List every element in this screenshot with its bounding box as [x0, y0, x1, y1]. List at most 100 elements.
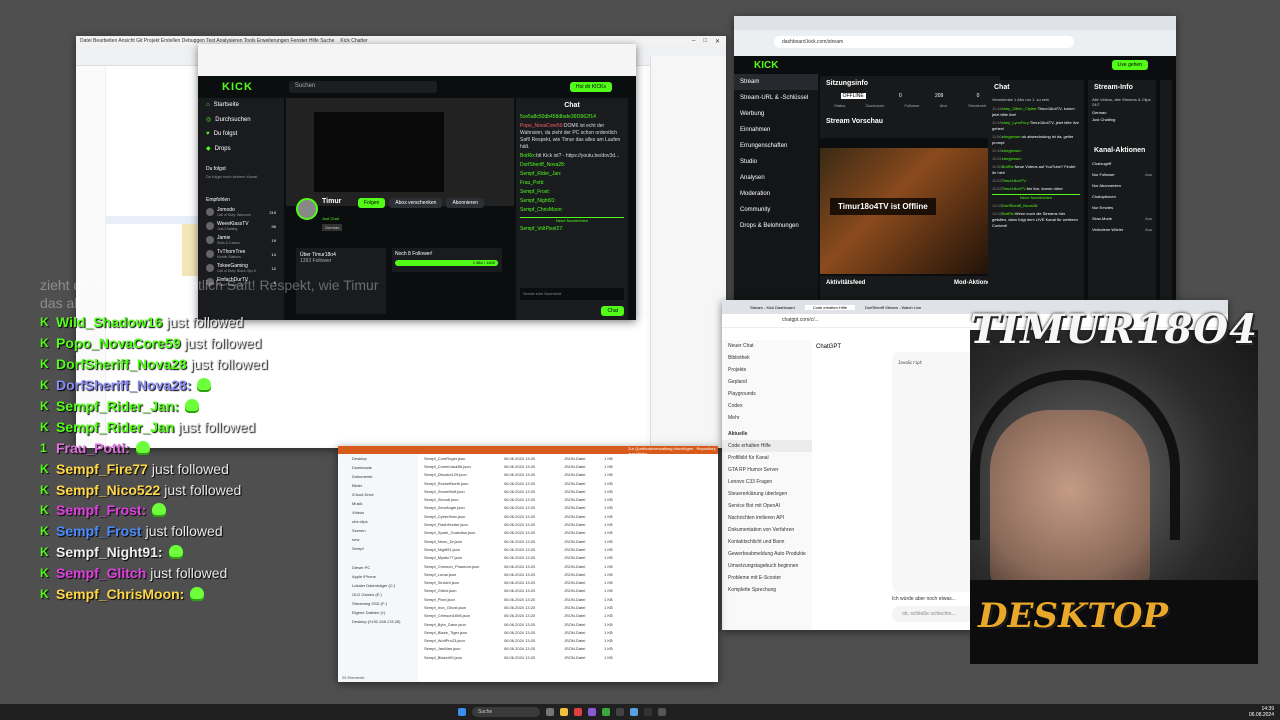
file-row[interactable]: Sempf_Iron_Ghost.json 06.06.2024 13:20 JSO… [424, 603, 718, 611]
chat-user[interactable]: Sempf_VoltPixel27: [520, 226, 563, 232]
conversation-item[interactable]: Komplette Sprechung [722, 584, 812, 596]
taskbar-search[interactable]: Suche [472, 707, 540, 717]
file-row[interactable]: Sempf_Blazer59.json 06.06.2024 13:20 JSON-… [424, 653, 718, 661]
gpt-nav-item[interactable]: Gepland [722, 376, 812, 388]
dash-nav-item[interactable]: Analysen [734, 170, 818, 186]
dash-nav-item[interactable]: Werbung [734, 106, 818, 122]
minimize-icon[interactable]: – [692, 38, 695, 45]
chat-user[interactable]: Frau_Potti: [520, 180, 544, 186]
visual-studio-icon[interactable] [588, 708, 596, 716]
conversation-item[interactable]: Kontaktschlicht und Bann [722, 536, 812, 548]
recommended-channel[interactable]: Jomodo Call of Duty: Warzone 219 [198, 205, 284, 219]
conversation-item[interactable]: Service Bot mit OpenAI [722, 500, 812, 512]
conversation-item[interactable]: Steuererklärung überlegen [722, 488, 812, 500]
chat-send-button[interactable]: Chat [601, 306, 624, 316]
chat-user[interactable]: Timur18o4TV: [1002, 186, 1027, 191]
store-icon[interactable] [630, 708, 638, 716]
avatar[interactable] [296, 198, 318, 220]
explorer-nav-item[interactable]: Eigene Dateien (I:) [338, 608, 418, 617]
conversation-item[interactable]: Nachrichten imitieren API [722, 512, 812, 524]
start-icon[interactable] [458, 708, 466, 716]
file-row[interactable]: Sempf_Bytn_Dave.json 06.06.2024 13:20 JSON… [424, 620, 718, 628]
gift-subs-button[interactable]: Abos verschenken [389, 198, 443, 208]
dash-nav-item[interactable]: Stream-URL & -Schlüssel [734, 90, 818, 106]
gpt-nav-item[interactable]: Codex [722, 400, 812, 412]
chrome-icon[interactable] [602, 708, 610, 716]
model-selector[interactable]: ChatGPT [816, 344, 841, 350]
address-bar[interactable]: dashboard.kick.com/stream [774, 36, 1074, 48]
video-player[interactable] [286, 98, 514, 206]
stream-preview[interactable]: Timur18o4TV ist Offline [820, 148, 1000, 274]
file-row[interactable]: Sempf_JanMan.json 06.06.2024 13:20 JSON-Da… [424, 645, 718, 653]
terminal-icon[interactable] [644, 708, 652, 716]
channel-action-row[interactable]: Nur Abonnenten [1088, 180, 1156, 191]
conversation-item[interactable]: Profilbild für Kanal [722, 452, 812, 464]
conversation-item[interactable]: Probleme mit E-Scooter [722, 572, 812, 584]
conversation-item[interactable]: Gewerbeabmeldung Auto Produkte [722, 548, 812, 560]
settings-icon[interactable] [658, 708, 666, 716]
browser-icon[interactable] [574, 708, 582, 716]
task-view-icon[interactable] [546, 708, 554, 716]
file-row[interactable]: Sempf_WolfPro23.json 06.06.2024 13:20 JSON… [424, 637, 718, 645]
channel-action-row[interactable]: Slow-Mode Aus [1088, 213, 1156, 224]
chat-user[interactable]: BotRix: [520, 153, 536, 159]
channel-action-row[interactable]: Nur Follower Aus [1088, 169, 1156, 180]
dash-nav-item[interactable]: Community [734, 202, 818, 218]
chat-user[interactable]: shnyjesser: [1002, 148, 1022, 153]
nav-drops[interactable]: ◆ Drops [198, 141, 284, 156]
kick-dashboard-window[interactable]: dashboard.kick.com/stream KICK Live gehe… [734, 16, 1176, 306]
dash-nav-item[interactable]: Moderation [734, 186, 818, 202]
conversation-item[interactable]: GTA RP Humor Server [722, 464, 812, 476]
go-live-button[interactable]: Live gehen [1111, 60, 1148, 70]
nav-following[interactable]: ♥ Du folgst [198, 127, 284, 141]
channel-action-row[interactable]: Chatzugriff [1088, 158, 1156, 169]
chat-user[interactable]: BotRix: [1002, 164, 1015, 169]
browser-tab[interactable]: Code erhalten Hilfe [804, 304, 855, 310]
clock[interactable]: 14:39 06.08.2024 [1249, 706, 1274, 718]
chat-user[interactable]: Popo_NovaCore59: [520, 123, 564, 129]
chat-user[interactable]: shey_LynxFury: [1002, 120, 1030, 125]
close-icon[interactable]: ✕ [715, 38, 720, 45]
chat-user[interactable]: shey_Glitch_Cipher: [1002, 106, 1038, 111]
get-kicks-button[interactable]: Hol dir KICKs [569, 82, 612, 92]
dashboard-toolbar[interactable] [1160, 80, 1172, 306]
chat-user[interactable]: Sempf_Night91: [520, 198, 556, 204]
channel-action-row[interactable]: Verbotene Wörter Aus [1088, 224, 1156, 235]
conversation-item[interactable]: Umsetzungstagebuch beginnen [722, 560, 812, 572]
browser-tab[interactable]: DorfSheriff Stream - Watch Live [857, 305, 929, 310]
maximize-icon[interactable]: □ [703, 38, 707, 45]
browser-tab[interactable]: Stream - Kick Dashboard [742, 305, 803, 310]
gpt-nav-item[interactable]: Playgrounds [722, 388, 812, 400]
chat-user[interactable]: Sempf_ChrisMoon: [520, 207, 563, 213]
kick-search-input[interactable]: Suchen [288, 81, 437, 93]
gpt-nav-item[interactable]: Neuer Chat [722, 340, 812, 352]
dash-nav-item[interactable]: Drops & Belohnungen [734, 218, 818, 234]
dash-nav-item[interactable]: Errungenschaften [734, 138, 818, 154]
dash-nav-item[interactable]: Stream [734, 74, 818, 90]
channel-category[interactable]: Just Chat [322, 216, 339, 221]
nav-home[interactable]: ⌂ Startseite [198, 98, 284, 112]
gpt-nav-item[interactable]: Mehr [722, 412, 812, 424]
channel-action-row[interactable]: Chatoptionen [1088, 191, 1156, 202]
chat-user[interactable]: Timur18o4TV: [1002, 178, 1027, 183]
recommended-channel[interactable]: TokeeGaming Call of Duty: Black Ops 6 12 [198, 261, 284, 275]
subscribe-button[interactable]: Abonnieren [446, 198, 485, 208]
chat-user[interactable]: DorfSheriff_Nova28: [1002, 203, 1038, 208]
gpt-nav-item[interactable]: Projekte [722, 364, 812, 376]
chat-user[interactable]: DorfSheriff_Nova28: [520, 162, 565, 168]
conversation-item[interactable]: Dokumentation von Verfahren [722, 524, 812, 536]
channel-tag[interactable]: German [322, 224, 343, 231]
chat-user[interactable]: shnyjesser: [1002, 134, 1022, 139]
chat-user[interactable]: BotRix: [1002, 211, 1015, 216]
solution-explorer[interactable] [650, 56, 726, 446]
dashboard-logo[interactable]: KICK [754, 60, 778, 71]
file-row[interactable]: Sempf_Crimson1698.json 06.06.2024 13:20 JS… [424, 612, 718, 620]
chat-user[interactable]: Sempf_Rider_Jan: [520, 171, 561, 177]
recommended-channel[interactable]: TvThomTree Mobile Stations 14 [198, 247, 284, 261]
recommended-channel[interactable]: WeeeKlassTV Just Chatting 96 [198, 219, 284, 233]
explorer-nav-item[interactable]: Desktop (\\192.168.178.28) [338, 617, 418, 626]
nav-browse[interactable]: ◎ Durchsuchen [198, 112, 284, 127]
chat-user[interactable]: Sempf_Frost: [520, 189, 550, 195]
kick-logo[interactable]: KICK [222, 81, 253, 93]
conversation-item[interactable]: Code erhalten Hilfe [722, 440, 812, 452]
